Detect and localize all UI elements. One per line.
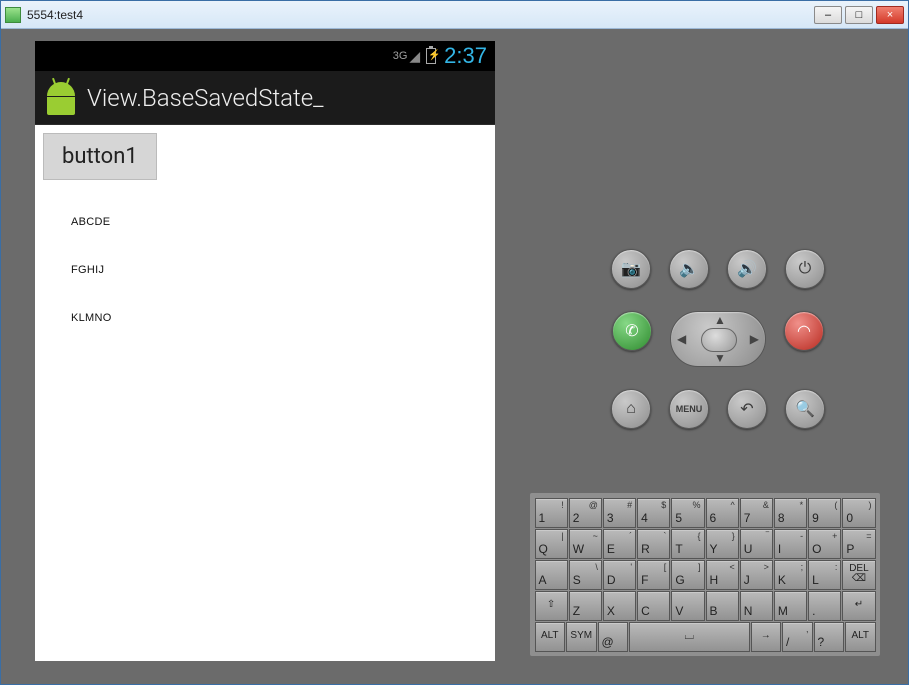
camera-button[interactable]: 📷	[611, 249, 651, 289]
app-content: button1 ABCDE FGHIJ KLMNO	[35, 125, 495, 661]
key-k[interactable]: K;	[774, 560, 807, 590]
hardware-controls: 📷 🔈 🔊 ⏻ ✆ ▲ ▼ ◀ ▶ ◠	[578, 249, 858, 451]
volume-up-button[interactable]: 🔊	[727, 249, 767, 289]
key-n[interactable]: N	[740, 591, 773, 621]
key-⇧[interactable]: ⇧	[535, 591, 568, 621]
key-2[interactable]: 2@	[569, 498, 602, 528]
key-?[interactable]: ?	[814, 622, 845, 652]
key-h[interactable]: H<	[706, 560, 739, 590]
key-sym[interactable]: SYM	[566, 622, 597, 652]
key-j[interactable]: J>	[740, 560, 773, 590]
key-x[interactable]: X	[603, 591, 636, 621]
battery-icon: ⚡	[426, 48, 436, 64]
key-m[interactable]: M	[774, 591, 807, 621]
key-a[interactable]: A	[535, 560, 568, 590]
dpad-left-icon[interactable]: ◀	[677, 332, 686, 346]
hardware-keyboard: 1!2@3#4$5%6^7&8*9(0) Q|W~E´R`T{Y}U‾I-O+P…	[530, 493, 880, 656]
menu-button[interactable]: MENU	[669, 389, 709, 429]
key-⌴[interactable]: ⌴	[629, 622, 750, 652]
key-t[interactable]: T{	[671, 529, 704, 559]
key-s[interactable]: S\	[569, 560, 602, 590]
search-button[interactable]: 🔍	[785, 389, 825, 429]
key-4[interactable]: 4$	[637, 498, 670, 528]
key-alt[interactable]: ALT	[845, 622, 876, 652]
power-button[interactable]: ⏻	[785, 249, 825, 289]
call-button[interactable]: ✆	[612, 311, 652, 351]
key-b[interactable]: B	[706, 591, 739, 621]
dpad-up-icon[interactable]: ▲	[714, 313, 726, 327]
key-7[interactable]: 7&	[740, 498, 773, 528]
key-c[interactable]: C	[637, 591, 670, 621]
key-d[interactable]: D'	[603, 560, 636, 590]
dpad-right-icon[interactable]: ▶	[750, 332, 759, 346]
list-item[interactable]: KLMNO	[43, 294, 487, 342]
phone-screen: 3G ◢ ⚡ 2:37 View.BaseSavedState_ button1…	[35, 41, 495, 661]
key-0[interactable]: 0)	[842, 498, 875, 528]
end-call-button[interactable]: ◠	[784, 311, 824, 351]
key-del[interactable]: DEL⌫	[842, 560, 875, 590]
back-button[interactable]: ↶	[727, 389, 767, 429]
key-1[interactable]: 1!	[535, 498, 568, 528]
key-@[interactable]: @	[598, 622, 629, 652]
window-title: 5554:test4	[27, 8, 814, 22]
key-f[interactable]: F[	[637, 560, 670, 590]
key-o[interactable]: O+	[808, 529, 841, 559]
key-l[interactable]: L:	[808, 560, 841, 590]
status-bar: 3G ◢ ⚡ 2:37	[35, 41, 495, 71]
key-6[interactable]: 6^	[706, 498, 739, 528]
key-i[interactable]: I-	[774, 529, 807, 559]
key-9[interactable]: 9(	[808, 498, 841, 528]
volume-down-button[interactable]: 🔈	[669, 249, 709, 289]
key-g[interactable]: G]	[671, 560, 704, 590]
key-q[interactable]: Q|	[535, 529, 568, 559]
key-r[interactable]: R`	[637, 529, 670, 559]
network-icon: 3G	[393, 50, 408, 62]
app-title: View.BaseSavedState_	[87, 84, 324, 112]
key-3[interactable]: 3#	[603, 498, 636, 528]
key-z[interactable]: Z	[569, 591, 602, 621]
titlebar: 5554:test4 – □ ×	[1, 1, 908, 29]
dpad-down-icon[interactable]: ▼	[714, 351, 726, 365]
window-buttons: – □ ×	[814, 6, 904, 24]
button1[interactable]: button1	[43, 133, 157, 180]
maximize-button[interactable]: □	[845, 6, 873, 24]
android-icon	[45, 80, 77, 116]
key-v[interactable]: V	[671, 591, 704, 621]
app-icon	[5, 7, 21, 23]
key-alt[interactable]: ALT	[535, 622, 566, 652]
key-u[interactable]: U‾	[740, 529, 773, 559]
emulator-window: 5554:test4 – □ × 3G ◢ ⚡ 2:37	[0, 0, 909, 685]
key-↵[interactable]: ↵	[842, 591, 875, 621]
clock: 2:37	[444, 43, 487, 69]
dpad[interactable]: ▲ ▼ ◀ ▶	[670, 311, 766, 367]
key-e[interactable]: E´	[603, 529, 636, 559]
action-bar: View.BaseSavedState_	[35, 71, 495, 125]
signal-icon: ◢	[409, 48, 420, 65]
home-button[interactable]: ⌂	[611, 389, 651, 429]
key-.[interactable]: .	[808, 591, 841, 621]
key-w[interactable]: W~	[569, 529, 602, 559]
key-p[interactable]: P=	[842, 529, 875, 559]
dpad-center[interactable]	[701, 328, 737, 352]
list-item[interactable]: FGHIJ	[43, 246, 487, 294]
key-5[interactable]: 5%	[671, 498, 704, 528]
close-button[interactable]: ×	[876, 6, 904, 24]
minimize-button[interactable]: –	[814, 6, 842, 24]
key-→[interactable]: →	[751, 622, 782, 652]
key-8[interactable]: 8*	[774, 498, 807, 528]
list-item[interactable]: ABCDE	[43, 198, 487, 246]
key-/[interactable]: /,	[782, 622, 813, 652]
key-y[interactable]: Y}	[706, 529, 739, 559]
